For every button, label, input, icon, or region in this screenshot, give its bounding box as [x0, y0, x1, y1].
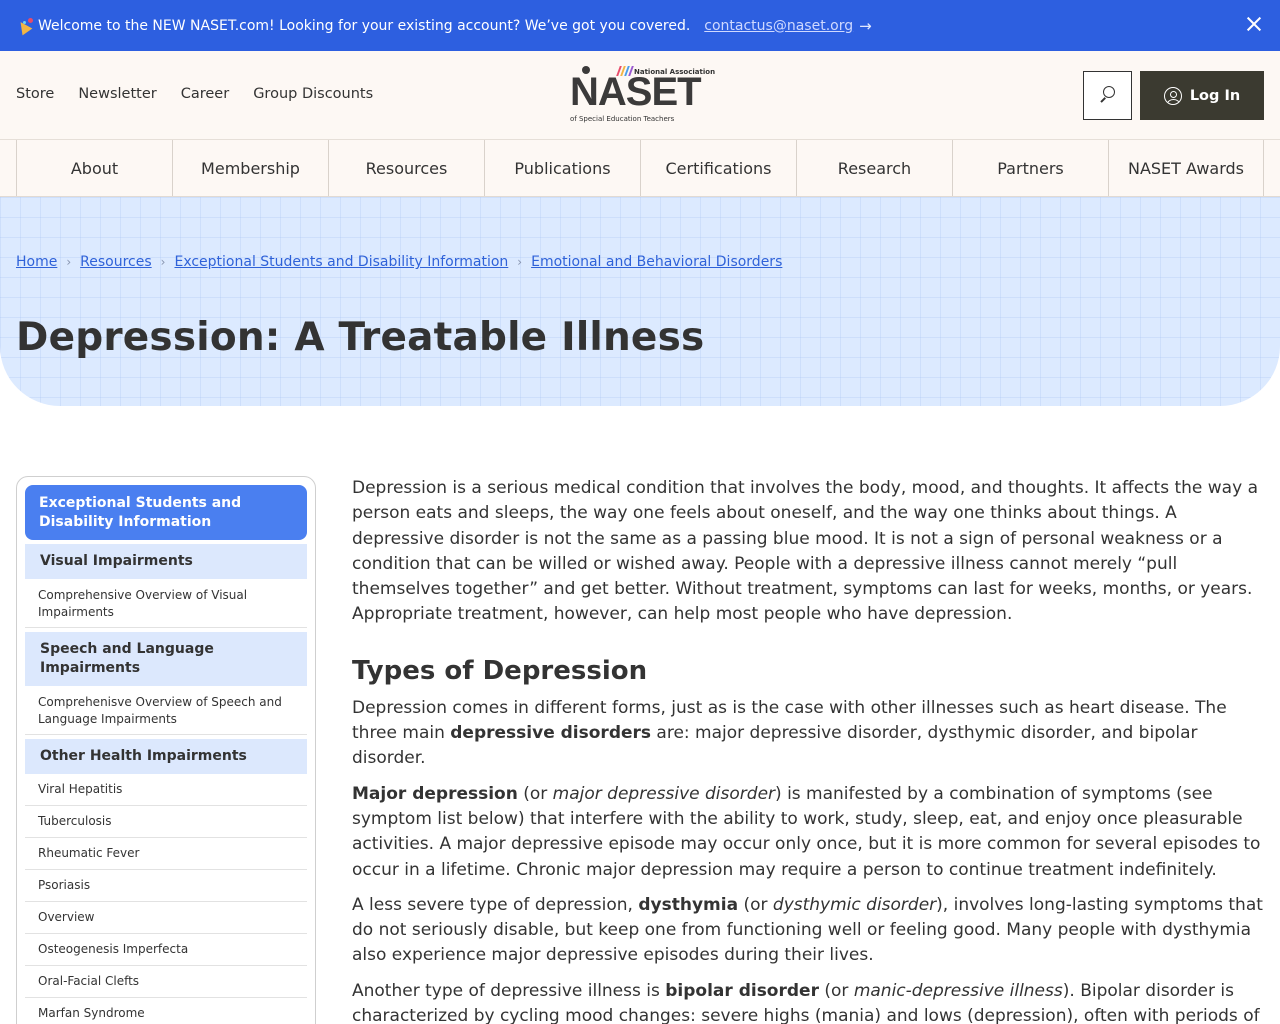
login-label: Log In [1189, 87, 1241, 104]
breadcrumb-home[interactable]: Home [16, 254, 57, 270]
contact-email-link[interactable]: contactus@naset.org [704, 18, 853, 34]
page-hero: Home › Resources › Exceptional Students … [0, 197, 1280, 406]
breadcrumb-exceptional-students[interactable]: Exceptional Students and Disability Info… [174, 254, 508, 270]
sidebar-link[interactable]: Comprehenisve Overview of Speech and Lan… [25, 686, 307, 735]
breadcrumb: Home › Resources › Exceptional Students … [16, 254, 782, 270]
chevron-right-icon: › [160, 255, 166, 269]
login-button[interactable]: Log In [1140, 71, 1264, 120]
sidebar-nav: Exceptional Students and Disability Info… [16, 476, 316, 1024]
nav-item-certifications[interactable]: Certifications [640, 140, 796, 196]
major-depression-paragraph: Major depression (or major depressive di… [352, 783, 1261, 880]
bipolar-paragraph: Another type of depressive illness is bi… [352, 980, 1260, 1024]
career-link[interactable]: Career [181, 86, 229, 102]
page-title: Depression: A Treatable Illness [16, 315, 705, 360]
article-body: Depression is a serious medical conditio… [352, 476, 1264, 1024]
nav-item-membership[interactable]: Membership [172, 140, 328, 196]
sidebar-link[interactable]: Marfan Syndrome [25, 998, 307, 1024]
types-paragraph: Depression comes in different forms, jus… [352, 697, 1227, 769]
store-link[interactable]: Store [16, 86, 54, 102]
breadcrumb-emotional-behavioral[interactable]: Emotional and Behavioral Disorders [531, 254, 782, 270]
section-heading: Types of Depression [352, 655, 648, 686]
sidebar-link[interactable]: Oral-Facial Clefts [25, 966, 307, 998]
breadcrumb-resources[interactable]: Resources [80, 254, 152, 270]
nav-item-partners[interactable]: Partners [952, 140, 1108, 196]
nav-item-research[interactable]: Research [796, 140, 952, 196]
group-discounts-link[interactable]: Group Discounts [253, 86, 373, 102]
logo-bottom-text: of Special Education Teachers [570, 115, 675, 123]
nav-item-resources[interactable]: Resources [328, 140, 484, 196]
sidebar-link[interactable]: Rheumatic Fever [25, 838, 307, 870]
announcement-message: Welcome to the NEW NASET.com! Looking fo… [38, 17, 691, 34]
user-icon [1163, 86, 1182, 105]
newsletter-link[interactable]: Newsletter [78, 86, 156, 102]
logo-wordmark: NASET [570, 70, 702, 114]
chevron-right-icon: › [517, 255, 523, 269]
intro-paragraph: Depression is a serious medical conditio… [352, 478, 1258, 625]
dysthymia-paragraph: A less severe type of depression, dysthy… [352, 894, 1263, 966]
sidebar-link[interactable]: Psoriasis [25, 870, 307, 902]
arrow-right-icon[interactable]: → [859, 17, 872, 35]
sidebar-link[interactable]: Viral Hepatitis [25, 774, 307, 806]
close-icon[interactable] [1244, 14, 1264, 34]
search-icon [1103, 86, 1115, 98]
sidebar-link[interactable]: Osteogenesis Imperfecta [25, 934, 307, 966]
sidebar-category-health[interactable]: Other Health Impairments [25, 739, 307, 774]
search-button[interactable] [1083, 71, 1132, 120]
utility-nav: Store Newsletter Career Group Discounts [16, 86, 373, 102]
nav-item-publications[interactable]: Publications [484, 140, 640, 196]
main-nav: About Membership Resources Publications … [0, 140, 1280, 197]
sidebar-link[interactable]: Comprehensive Overview of Visual Impairm… [25, 579, 307, 628]
nav-item-about[interactable]: About [16, 140, 172, 196]
sidebar-category-speech[interactable]: Speech and Language Impairments [25, 632, 307, 686]
chevron-right-icon: › [66, 255, 72, 269]
naset-logo[interactable]: National Association NASET of Special Ed… [568, 63, 715, 127]
sidebar-heading[interactable]: Exceptional Students and Disability Info… [25, 485, 307, 540]
sidebar-category-visual[interactable]: Visual Impairments [25, 544, 307, 579]
sidebar-link[interactable]: Overview [25, 902, 307, 934]
site-header: Store Newsletter Career Group Discounts … [0, 51, 1280, 140]
party-popper-icon [16, 17, 34, 35]
sidebar-link[interactable]: Tuberculosis [25, 806, 307, 838]
nav-item-naset-awards[interactable]: NASET Awards [1108, 140, 1264, 196]
announcement-bar: Welcome to the NEW NASET.com! Looking fo… [0, 0, 1280, 51]
